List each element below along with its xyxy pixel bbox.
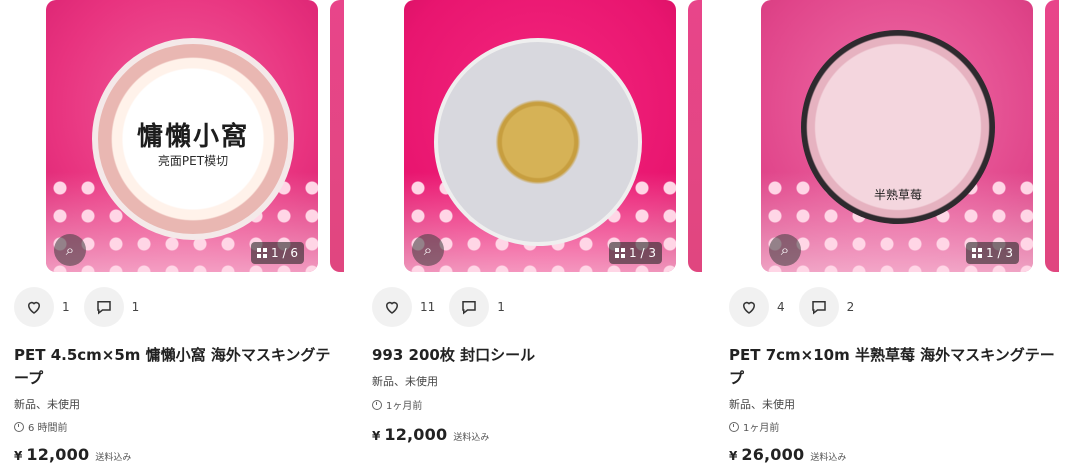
product-title[interactable]: 993 200枚 封口シール <box>372 344 702 367</box>
price: ¥ 12,000 送料込み <box>14 445 131 464</box>
next-image-preview[interactable] <box>1045 0 1059 272</box>
product-photo[interactable] <box>404 0 676 272</box>
tape-subtitle: 亮面PET模切 <box>157 154 229 168</box>
image-search-icon[interactable]: ⌕ <box>54 234 86 266</box>
tape-title: 慵懶小窩 <box>136 122 249 152</box>
product-title[interactable]: PET 7cm×10m 半熟草莓 海外マスキングテープ <box>729 344 1059 390</box>
clock-icon <box>372 399 382 410</box>
clock-icon <box>729 421 739 432</box>
price: ¥ 26,000 送料込み <box>729 445 846 464</box>
product-card[interactable]: 慵懶小窩 亮面PET模切 ⌕ 1 / 6 1 1 PET 4.5cm×5m 慵懶… <box>14 0 344 465</box>
posted-time-text: 1ヶ月前 <box>743 423 780 434</box>
heart-icon <box>385 301 399 314</box>
next-image-preview[interactable] <box>688 0 702 272</box>
shipping-note: 送料込み <box>453 433 490 443</box>
grid-icon <box>615 248 626 258</box>
product-image[interactable]: ⌕ 1 / 3 <box>372 0 702 272</box>
tape-label: 半熟草莓 <box>873 188 922 202</box>
comment-icon <box>811 301 826 315</box>
heart-icon <box>27 301 41 314</box>
comment-count: 1 <box>131 300 140 314</box>
card-actions: 1 1 <box>14 287 153 327</box>
image-counter: 1 / 3 <box>966 242 1019 264</box>
image-counter: 1 / 6 <box>251 242 304 264</box>
comment-icon <box>462 301 477 315</box>
comment-button[interactable] <box>83 287 124 327</box>
image-search-icon[interactable]: ⌕ <box>412 234 444 266</box>
card-actions: 4 2 <box>729 287 868 327</box>
image-counter: 1 / 3 <box>609 242 662 264</box>
product-photo[interactable]: 半熟草莓 <box>761 0 1033 272</box>
image-counter-text: 1 / 3 <box>629 246 656 260</box>
price-amount: 12,000 <box>26 445 90 464</box>
product-image[interactable]: 慵懶小窩 亮面PET模切 ⌕ 1 / 6 <box>14 0 344 272</box>
tape-roll: 半熟草莓 <box>801 30 995 224</box>
price-symbol: ¥ <box>14 449 23 463</box>
product-row: 慵懶小窩 亮面PET模切 ⌕ 1 / 6 1 1 PET 4.5cm×5m 慵懶… <box>0 0 1080 465</box>
posted-time-text: 1ヶ月前 <box>386 401 423 412</box>
price-amount: 12,000 <box>384 425 448 444</box>
product-card[interactable]: ⌕ 1 / 3 11 1 993 200枚 封口シール 新品、未使用 1ヶ月前 … <box>372 0 702 465</box>
comment-button[interactable] <box>449 287 490 327</box>
product-condition: 新品、未使用 <box>14 398 80 411</box>
price-symbol: ¥ <box>372 429 381 443</box>
product-title[interactable]: PET 4.5cm×5m 慵懶小窩 海外マスキングテープ <box>14 344 344 390</box>
grid-icon <box>257 248 268 258</box>
price-amount: 26,000 <box>741 445 805 464</box>
product-photo[interactable]: 慵懶小窩 亮面PET模切 <box>46 0 318 272</box>
like-count: 1 <box>62 300 70 314</box>
image-search-icon[interactable]: ⌕ <box>769 234 801 266</box>
comment-icon <box>96 301 111 315</box>
like-button[interactable] <box>372 287 412 327</box>
posted-time: 1ヶ月前 <box>372 397 422 412</box>
like-button[interactable] <box>729 287 769 327</box>
comment-count: 2 <box>846 300 855 314</box>
price: ¥ 12,000 送料込み <box>372 425 489 444</box>
product-condition: 新品、未使用 <box>372 375 438 388</box>
product-card[interactable]: 半熟草莓 ⌕ 1 / 3 4 2 PET 7cm×10m 半熟草莓 海外マスキン… <box>729 0 1059 465</box>
posted-time: 6 時間前 <box>14 419 68 434</box>
grid-icon <box>972 248 983 258</box>
next-image-preview[interactable] <box>330 0 344 272</box>
product-condition: 新品、未使用 <box>729 398 795 411</box>
shipping-note: 送料込み <box>810 453 847 463</box>
posted-time: 1ヶ月前 <box>729 419 779 434</box>
shipping-note: 送料込み <box>95 453 132 463</box>
clock-icon <box>14 421 24 432</box>
seal-roll <box>434 38 642 246</box>
image-counter-text: 1 / 6 <box>271 246 298 260</box>
posted-time-text: 6 時間前 <box>28 423 68 434</box>
heart-icon <box>742 301 756 314</box>
card-actions: 11 1 <box>372 287 519 327</box>
comment-count: 1 <box>497 300 505 314</box>
price-symbol: ¥ <box>729 449 738 463</box>
like-button[interactable] <box>14 287 54 327</box>
product-image[interactable]: 半熟草莓 ⌕ 1 / 3 <box>729 0 1059 272</box>
tape-roll: 慵懶小窩 亮面PET模切 <box>92 38 294 240</box>
like-count: 4 <box>777 300 785 314</box>
image-counter-text: 1 / 3 <box>986 246 1013 260</box>
comment-button[interactable] <box>798 287 839 327</box>
like-count: 11 <box>420 300 436 314</box>
